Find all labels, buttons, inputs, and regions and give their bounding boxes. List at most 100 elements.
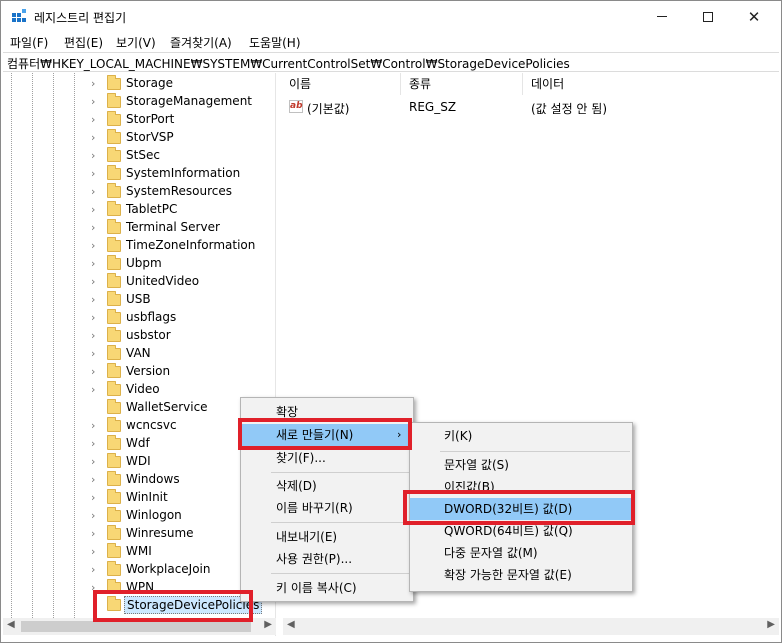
submenu-item-multi-string[interactable]: 다중 문자열 값(M) xyxy=(410,542,632,564)
tree-item-label: Windows xyxy=(126,472,180,486)
folder-icon xyxy=(107,219,121,234)
submenu-item-key[interactable]: 키(K) xyxy=(410,425,632,447)
expand-chevron-icon[interactable]: › xyxy=(91,509,101,523)
expand-chevron-icon[interactable]: › xyxy=(91,185,101,199)
tree-item[interactable]: › SystemInformation xyxy=(91,165,275,183)
expand-chevron-icon[interactable]: › xyxy=(91,563,101,577)
menu-item-find[interactable]: 찾기(F)... xyxy=(241,447,413,469)
tree-item[interactable]: › Version xyxy=(91,363,275,381)
expand-chevron-icon[interactable]: › xyxy=(91,293,101,307)
folder-icon xyxy=(107,471,121,486)
expand-chevron-icon[interactable]: › xyxy=(91,131,101,145)
close-button[interactable]: ✕ xyxy=(731,1,777,32)
menu-item-export[interactable]: 내보내기(E) xyxy=(241,526,413,548)
submenu-item-binary[interactable]: 이진값(B) xyxy=(410,476,632,498)
expand-chevron-icon[interactable]: › xyxy=(91,491,101,505)
tree-item-label: usbflags xyxy=(126,310,177,324)
tree-item[interactable]: › VAN xyxy=(91,345,275,363)
menu-item-delete[interactable]: 삭제(D) xyxy=(241,475,413,497)
expand-chevron-icon[interactable]: › xyxy=(91,239,101,253)
tree-item[interactable]: › TabletPC xyxy=(91,201,275,219)
menu-item-copy-key-name[interactable]: 키 이름 복사(C) xyxy=(241,577,413,599)
expand-chevron-icon[interactable]: › xyxy=(91,275,101,289)
expand-chevron-icon[interactable]: › xyxy=(91,581,101,595)
menu-item-permissions[interactable]: 사용 권한(P)... xyxy=(241,548,413,570)
expand-chevron-icon[interactable]: › xyxy=(91,95,101,109)
scroll-left-icon[interactable]: ◀ xyxy=(7,619,15,630)
expand-chevron-icon[interactable]: › xyxy=(91,473,101,487)
scroll-thumb[interactable] xyxy=(21,621,251,632)
folder-icon xyxy=(107,579,121,594)
expand-chevron-icon[interactable]: › xyxy=(91,527,101,541)
tree-item[interactable]: › StSec xyxy=(91,147,275,165)
expand-chevron-icon[interactable]: › xyxy=(91,203,101,217)
expand-chevron-icon[interactable]: › xyxy=(91,437,101,451)
expand-chevron-icon[interactable]: › xyxy=(91,365,101,379)
expand-chevron-icon[interactable]: › xyxy=(91,419,101,433)
expand-chevron-icon[interactable]: › xyxy=(91,311,101,325)
registry-editor-window: 레지스트리 편집기 ✕ 파일(F) 편집(E) 보기(V) 즐겨찾기(A) 도움… xyxy=(0,0,782,643)
folder-icon xyxy=(107,596,121,611)
expand-chevron-icon[interactable]: › xyxy=(91,329,101,343)
value-name: (기본값) xyxy=(307,102,350,116)
submenu-item-expandable-string[interactable]: 확장 가능한 문자열 값(E) xyxy=(410,564,632,586)
registry-editor-app-icon xyxy=(12,9,26,22)
expand-chevron-icon[interactable]: › xyxy=(91,77,101,91)
expand-chevron-icon[interactable]: › xyxy=(91,455,101,469)
menu-help[interactable]: 도움말(H) xyxy=(249,34,301,51)
tree-item[interactable]: › StorPort xyxy=(91,111,275,129)
scroll-right-icon[interactable]: ▶ xyxy=(767,619,775,630)
maximize-button[interactable] xyxy=(685,1,731,32)
tree-item[interactable]: › USB xyxy=(91,291,275,309)
column-header-type[interactable]: 종류 xyxy=(401,73,523,95)
tree-item[interactable]: › StorageManagement xyxy=(91,93,275,111)
value-row[interactable]: ab (기본값) REG_SZ (값 설정 안 됨) xyxy=(281,98,779,116)
column-header-name[interactable]: 이름 xyxy=(281,73,401,95)
minimize-button[interactable] xyxy=(639,1,685,32)
close-icon: ✕ xyxy=(747,7,761,26)
column-header-data[interactable]: 데이터 xyxy=(523,73,779,95)
folder-icon xyxy=(107,381,121,396)
folder-icon xyxy=(107,165,121,180)
expand-chevron-icon[interactable]: › xyxy=(91,383,101,397)
menu-item-rename[interactable]: 이름 바꾸기(R) xyxy=(241,497,413,519)
menu-separator xyxy=(271,573,411,574)
values-horizontal-scrollbar[interactable]: ◀ ▶ xyxy=(283,618,779,635)
scroll-right-icon[interactable]: ▶ xyxy=(264,619,272,630)
menu-view[interactable]: 보기(V) xyxy=(116,34,156,51)
tree-item[interactable]: › StorVSP xyxy=(91,129,275,147)
expand-chevron-icon[interactable]: › xyxy=(91,149,101,163)
key-tree-pane[interactable]: › Storage › StorageManagement › StorPort › Stor… xyxy=(3,73,276,636)
tree-horizontal-scrollbar[interactable]: ◀ ▶ xyxy=(3,618,276,635)
submenu-item-qword[interactable]: QWORD(64비트) 값(Q) xyxy=(410,520,632,542)
tree-item-label: USB xyxy=(126,292,151,306)
menu-item-new[interactable]: 새로 만들기(N) › xyxy=(241,424,413,446)
address-bar[interactable]: 컴퓨터₩HKEY_LOCAL_MACHINE₩SYSTEM₩CurrentCon… xyxy=(3,52,779,72)
expand-chevron-icon[interactable]: › xyxy=(91,167,101,181)
tree-item[interactable]: › Storage xyxy=(91,75,275,93)
folder-icon xyxy=(107,255,121,270)
expand-chevron-icon[interactable]: › xyxy=(91,257,101,271)
tree-item[interactable]: › TimeZoneInformation xyxy=(91,237,275,255)
expand-chevron-icon[interactable]: › xyxy=(91,347,101,361)
expand-chevron-icon[interactable]: › xyxy=(91,545,101,559)
tree-item-label: Wdf xyxy=(126,436,150,450)
tree-item[interactable]: › Terminal Server xyxy=(91,219,275,237)
menu-edit[interactable]: 편집(E) xyxy=(64,34,103,51)
folder-icon xyxy=(107,435,121,450)
tree-item-label: VAN xyxy=(126,346,151,360)
menu-file[interactable]: 파일(F) xyxy=(10,34,48,51)
submenu-item-string[interactable]: 문자열 값(S) xyxy=(410,454,632,476)
submenu-item-dword[interactable]: DWORD(32비트) 값(D) xyxy=(410,498,632,520)
menu-item-expand[interactable]: 확장 xyxy=(241,401,413,423)
expand-chevron-icon[interactable]: › xyxy=(91,221,101,235)
tree-item[interactable]: › usbflags xyxy=(91,309,275,327)
expand-chevron-icon[interactable]: › xyxy=(91,113,101,127)
folder-icon xyxy=(107,291,121,306)
tree-item[interactable]: › UnitedVideo xyxy=(91,273,275,291)
menu-favorites[interactable]: 즐겨찾기(A) xyxy=(170,34,232,51)
tree-item[interactable]: › Ubpm xyxy=(91,255,275,273)
tree-item[interactable]: › SystemResources xyxy=(91,183,275,201)
scroll-left-icon[interactable]: ◀ xyxy=(287,619,295,630)
tree-item[interactable]: › usbstor xyxy=(91,327,275,345)
